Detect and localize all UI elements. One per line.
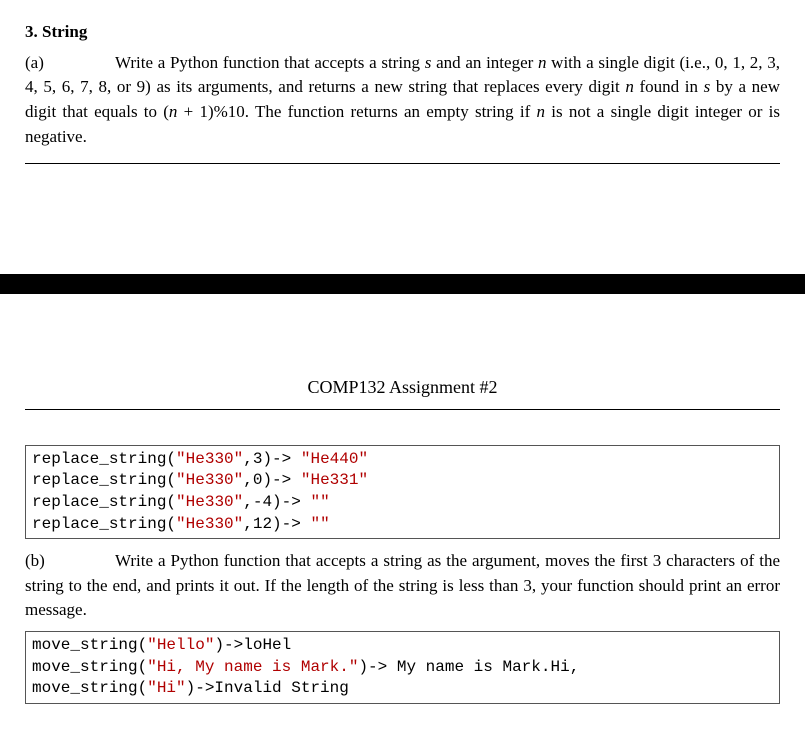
code-b-l3a: move_string( — [32, 679, 147, 697]
code-a-l4b: ,12)-> — [243, 515, 310, 533]
var-n-2: n — [625, 77, 634, 96]
code-a-l4a: replace_string( — [32, 515, 176, 533]
part-a-t2: and an integer — [431, 53, 538, 72]
code-b-l1a: move_string( — [32, 636, 147, 654]
code-a-l3q1: "He330" — [176, 493, 243, 511]
code-a-l3q2: "" — [310, 493, 329, 511]
part-a-t4: found in — [634, 77, 704, 96]
code-a-l2b: ,0)-> — [243, 471, 301, 489]
code-b-l1b: )->loHel — [214, 636, 291, 654]
code-b-l2q: "Hi, My name is Mark." — [147, 658, 358, 676]
page-gap-bottom — [25, 294, 780, 374]
part-a-text: (a)Write a Python function that accepts … — [25, 51, 780, 150]
part-a-label: (a) — [25, 51, 115, 76]
section-number: 3. — [25, 22, 38, 41]
part-a-t6: + 1)%10. The function returns an empty s… — [177, 102, 536, 121]
code-a-l3b: ,-4)-> — [243, 493, 310, 511]
code-a-l1q1: "He330" — [176, 450, 243, 468]
page-header-rule — [25, 409, 780, 410]
code-a-l1b: ,3)-> — [243, 450, 301, 468]
code-b-l3q: "Hi" — [147, 679, 185, 697]
var-n-3: n — [537, 102, 546, 121]
code-a-l2a: replace_string( — [32, 471, 176, 489]
code-a-l2q1: "He330" — [176, 471, 243, 489]
part-b-body: Write a Python function that accepts a s… — [25, 551, 780, 619]
part-b-label: (b) — [25, 549, 115, 574]
part-b-text: (b)Write a Python function that accepts … — [25, 549, 780, 623]
page-break-bar — [0, 274, 805, 294]
code-b-l1q: "Hello" — [147, 636, 214, 654]
page-gap-top — [25, 164, 780, 274]
code-box-b: move_string("Hello")->loHel move_string(… — [25, 631, 780, 704]
code-a-l1q2: "He440" — [301, 450, 368, 468]
code-a-l1a: replace_string( — [32, 450, 176, 468]
section-heading: 3. String — [25, 20, 780, 45]
code-a-l4q2: "" — [310, 515, 329, 533]
code-a-l3a: replace_string( — [32, 493, 176, 511]
code-box-a: replace_string("He330",3)-> "He440" repl… — [25, 445, 780, 539]
part-a-t1: Write a Python function that accepts a s… — [115, 53, 425, 72]
code-a-l2q2: "He331" — [301, 471, 368, 489]
code-b-l3b: )->Invalid String — [186, 679, 349, 697]
section-title: String — [42, 22, 87, 41]
code-b-l2a: move_string( — [32, 658, 147, 676]
code-a-l4q1: "He330" — [176, 515, 243, 533]
page-header: COMP132 Assignment #2 — [25, 374, 780, 400]
code-b-l2b: )-> My name is Mark.Hi, — [358, 658, 579, 676]
